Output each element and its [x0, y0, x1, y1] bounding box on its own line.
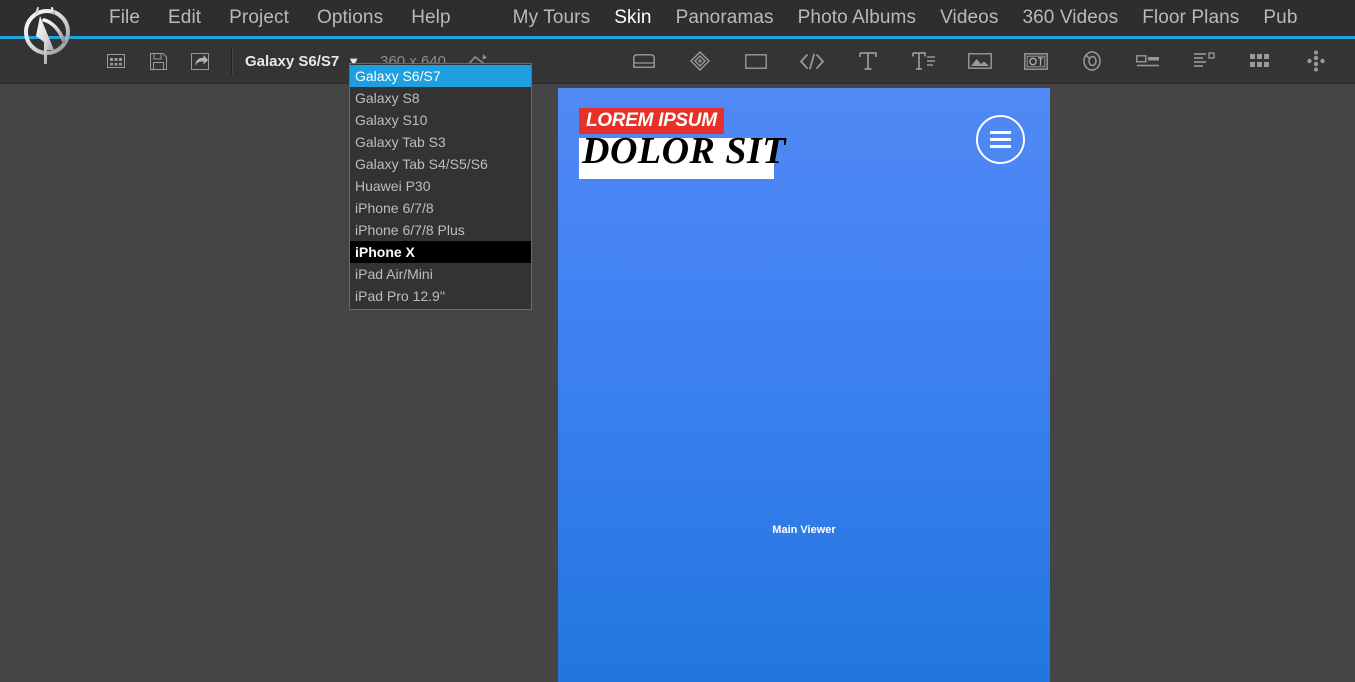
hamburger-menu-icon[interactable]: [976, 115, 1025, 164]
hamburger-bar: [990, 145, 1011, 148]
menu-item-file[interactable]: File: [95, 7, 154, 29]
dropdown-item-ipad-pro-12-9-[interactable]: iPad Pro 12.9'': [350, 285, 531, 307]
dropdown-item-galaxy-tab-s4-s5-s6[interactable]: Galaxy Tab S4/S5/S6: [350, 153, 531, 175]
text-icon[interactable]: [851, 46, 885, 76]
thumbnails-icon[interactable]: [1243, 46, 1277, 76]
compass-icon[interactable]: [1075, 46, 1109, 76]
container-icon[interactable]: [627, 46, 661, 76]
device-selector-value[interactable]: Galaxy S6/S7: [245, 53, 339, 70]
save-icon[interactable]: [141, 46, 175, 76]
hotspot-icon-glyph: [690, 51, 710, 71]
image-icon-glyph: [968, 53, 992, 69]
section-tabs-group: My Tours Skin Panoramas Photo Albums Videos 3…: [501, 7, 1310, 29]
tab-skin[interactable]: Skin: [602, 7, 663, 29]
container-icon-glyph: [633, 54, 655, 68]
menu-bar: File Edit Project Options Help My Tours Skin P…: [0, 0, 1355, 39]
scrollbar-icon-glyph: [1136, 55, 1159, 67]
toolbar: Galaxy S6/S7 ▼ 360 x 640: [0, 39, 1355, 84]
device-dropdown-menu[interactable]: Galaxy S6/S7 Galaxy S8 Galaxy S10 Galaxy Ta…: [349, 63, 532, 310]
code-icon[interactable]: [795, 46, 829, 76]
menu-item-edit[interactable]: Edit: [154, 7, 215, 29]
export-icon[interactable]: [183, 46, 217, 76]
text-box-icon-glyph: [1024, 52, 1048, 70]
save-icon-glyph: [149, 52, 167, 70]
device-preview[interactable]: LOREM IPSUM DOLOR SIT Main Viewer: [558, 88, 1050, 682]
hamburger-bar: [990, 131, 1011, 134]
dropdown-item-iphone-6-7-8-plus[interactable]: iPhone 6/7/8 Plus: [350, 219, 531, 241]
tab-pub[interactable]: Pub: [1251, 7, 1309, 29]
menu-item-options[interactable]: Options: [303, 7, 397, 29]
grid-icon-glyph: [107, 54, 125, 68]
dropdown-item-galaxy-s10[interactable]: Galaxy S10: [350, 109, 531, 131]
main-menu-group: File Edit Project Options Help: [95, 7, 465, 29]
tab-floor-plans[interactable]: Floor Plans: [1130, 7, 1251, 29]
list-icon-glyph: [1194, 52, 1215, 67]
scrollbar-icon[interactable]: [1131, 46, 1165, 76]
thumbnails-icon-glyph: [1250, 54, 1269, 67]
skin-elements-toolbar: [616, 46, 1344, 76]
text-icon-glyph: [859, 52, 877, 70]
code-icon-glyph: [800, 53, 824, 69]
menu-item-help[interactable]: Help: [397, 7, 464, 29]
dropdown-item-ipad-air-mini[interactable]: iPad Air/Mini: [350, 263, 531, 285]
dropdown-item-iphone-x[interactable]: iPhone X: [350, 241, 531, 263]
image-icon[interactable]: [963, 46, 997, 76]
compass-icon-glyph: [1083, 51, 1101, 71]
hotspot-icon[interactable]: [683, 46, 717, 76]
text-block-icon-glyph: [912, 52, 935, 70]
tab-photo-albums[interactable]: Photo Albums: [786, 7, 928, 29]
list-icon[interactable]: [1187, 46, 1221, 76]
main-viewer-label: Main Viewer: [772, 524, 836, 536]
export-icon-glyph: [191, 52, 209, 70]
text-block-icon[interactable]: [907, 46, 941, 76]
rectangle-icon[interactable]: [739, 46, 773, 76]
dropdown-item-galaxy-s8[interactable]: Galaxy S8: [350, 87, 531, 109]
rectangle-icon-glyph: [745, 53, 767, 69]
grid-icon[interactable]: [99, 46, 133, 76]
tab-360-videos[interactable]: 360 Videos: [1010, 7, 1130, 29]
dots-icon[interactable]: [1299, 46, 1333, 76]
app-logo-icon: [24, 4, 70, 64]
tab-my-tours[interactable]: My Tours: [501, 7, 603, 29]
preview-title[interactable]: DOLOR SIT: [582, 132, 786, 170]
dropdown-item-galaxy-s6-s7[interactable]: Galaxy S6/S7: [350, 65, 531, 87]
hamburger-bar: [990, 138, 1011, 141]
dropdown-item-galaxy-tab-s3[interactable]: Galaxy Tab S3: [350, 131, 531, 153]
dropdown-item-iphone-6-7-8[interactable]: iPhone 6/7/8: [350, 197, 531, 219]
menu-item-project[interactable]: Project: [215, 7, 303, 29]
dropdown-item-huawei-p30[interactable]: Huawei P30: [350, 175, 531, 197]
application-window: File Edit Project Options Help My Tours Skin P…: [0, 0, 1355, 682]
toolbar-divider: [231, 48, 233, 74]
editor-canvas[interactable]: LOREM IPSUM DOLOR SIT Main Viewer: [0, 85, 1355, 682]
text-box-icon[interactable]: [1019, 46, 1053, 76]
tab-panoramas[interactable]: Panoramas: [664, 7, 786, 29]
dots-icon-glyph: [1307, 50, 1325, 72]
tab-videos[interactable]: Videos: [928, 7, 1010, 29]
